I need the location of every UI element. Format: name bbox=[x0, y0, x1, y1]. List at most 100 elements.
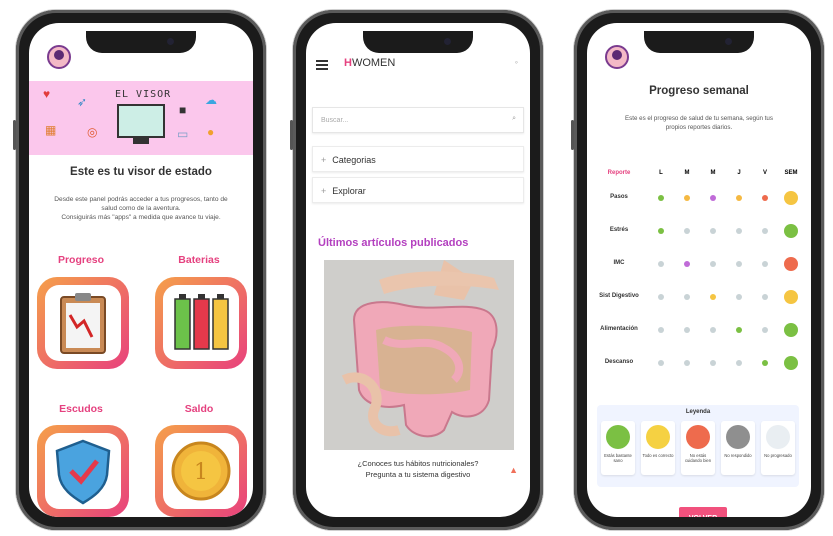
escudos-card[interactable] bbox=[37, 425, 129, 517]
status-dot[interactable] bbox=[658, 228, 664, 234]
accordion-categorias[interactable]: + Categorias bbox=[312, 146, 524, 172]
table-row: Sist Digestivo bbox=[597, 290, 802, 309]
progreso-card[interactable] bbox=[37, 277, 129, 369]
clipboard-icon bbox=[60, 293, 106, 354]
status-dot[interactable] bbox=[710, 228, 716, 234]
week-face-icon bbox=[784, 191, 798, 205]
card-label-escudos: Escudos bbox=[59, 403, 103, 415]
week-face-icon bbox=[784, 356, 798, 370]
status-dot[interactable] bbox=[762, 360, 768, 366]
status-dot[interactable] bbox=[684, 327, 690, 333]
caption-line: ¿Conoces tus hábitos nutricionales? bbox=[357, 459, 479, 468]
monitor-illustration bbox=[117, 104, 165, 144]
status-dot[interactable] bbox=[710, 327, 716, 333]
status-dot[interactable] bbox=[736, 261, 742, 267]
caption-line: Pregunta a tu sistema digestivo bbox=[365, 470, 471, 479]
avatar[interactable] bbox=[605, 45, 629, 69]
status-dot[interactable] bbox=[684, 228, 690, 234]
status-dot[interactable] bbox=[684, 195, 690, 201]
legend-item: Estás bastante sano bbox=[601, 421, 635, 475]
article-caption[interactable]: ¿Conoces tus hábitos nutricionales? Preg… bbox=[316, 458, 520, 480]
legend-item: Todo es correcto bbox=[641, 421, 675, 475]
status-dot[interactable] bbox=[736, 360, 742, 366]
table-row: Pasos bbox=[597, 191, 802, 210]
status-dot[interactable] bbox=[710, 261, 716, 267]
tablet-icon: ▭ bbox=[177, 127, 189, 141]
status-dot[interactable] bbox=[762, 327, 768, 333]
expand-icon: + bbox=[321, 155, 327, 165]
status-dot[interactable] bbox=[684, 261, 690, 267]
search-icon[interactable]: ⌕ bbox=[512, 115, 516, 123]
legend-face-icon bbox=[606, 425, 630, 449]
status-dot[interactable] bbox=[658, 360, 664, 366]
cloud-icon: ☁ bbox=[205, 93, 217, 107]
card-inner bbox=[45, 433, 121, 509]
legend-face-icon bbox=[766, 425, 790, 449]
status-dot[interactable] bbox=[658, 294, 664, 300]
status-dot[interactable] bbox=[762, 195, 768, 201]
status-dot[interactable] bbox=[736, 294, 742, 300]
status-dot[interactable] bbox=[684, 294, 690, 300]
phone-side-button bbox=[13, 120, 16, 150]
header-day: M bbox=[710, 170, 716, 176]
accordion-explorar[interactable]: + Explorar bbox=[312, 177, 524, 203]
legend-item: No estás cuidando bien bbox=[681, 421, 715, 475]
visor-heading: Este es tu visor de estado bbox=[70, 166, 212, 178]
status-dot[interactable] bbox=[710, 195, 716, 201]
visor-description: Desde este panel podrás acceder a tus pr… bbox=[39, 195, 243, 222]
card-inner bbox=[163, 285, 239, 361]
status-dot[interactable] bbox=[736, 228, 742, 234]
status-dot[interactable] bbox=[762, 294, 768, 300]
search-input[interactable]: Buscar... ⌕ bbox=[312, 107, 524, 133]
status-dot[interactable] bbox=[762, 261, 768, 267]
volver-button[interactable]: VOLVER bbox=[679, 507, 727, 517]
intestine-illustration bbox=[324, 260, 514, 450]
card-label-saldo: Saldo bbox=[184, 403, 214, 415]
status-dot[interactable] bbox=[762, 228, 768, 234]
progress-subtitle: Este es el progreso de salud de tu seman… bbox=[597, 114, 801, 132]
legend-item: No respondido bbox=[721, 421, 755, 475]
status-dot[interactable] bbox=[736, 327, 742, 333]
description-line: Desde este panel podrás acceder a tus pr… bbox=[54, 196, 228, 203]
target-icon: ◎ bbox=[87, 125, 98, 139]
phone-side-button bbox=[290, 120, 293, 150]
saldo-card[interactable]: 1 bbox=[155, 425, 247, 517]
avatar[interactable] bbox=[47, 45, 71, 69]
phone-frame-progress: Progreso semanal Este es el progreso de … bbox=[571, 10, 824, 530]
week-face-icon bbox=[784, 290, 798, 304]
week-face-icon bbox=[784, 323, 798, 337]
header-day: L bbox=[659, 170, 663, 176]
header-week: SEM bbox=[784, 170, 798, 176]
svg-text:1: 1 bbox=[194, 460, 208, 485]
scroll-top-icon[interactable]: ▲ bbox=[509, 465, 518, 475]
legend-face-icon bbox=[726, 425, 750, 449]
header-day: V bbox=[762, 170, 767, 176]
legend-text: No estás cuidando bien bbox=[684, 453, 712, 463]
card-inner: 1 bbox=[163, 433, 239, 509]
status-dot[interactable] bbox=[658, 195, 664, 201]
status-dot[interactable] bbox=[710, 360, 716, 366]
coin-icon: ● bbox=[207, 125, 215, 139]
legend-face-icon bbox=[686, 425, 710, 449]
row-label: Estrés bbox=[609, 227, 629, 233]
legend-face-icon bbox=[646, 425, 670, 449]
menu-icon[interactable] bbox=[316, 58, 328, 72]
baterias-card[interactable] bbox=[155, 277, 247, 369]
settings-icon[interactable]: ◦ bbox=[515, 57, 518, 67]
article-image[interactable] bbox=[324, 260, 514, 450]
coin-icon: 1 bbox=[171, 441, 231, 501]
status-dot[interactable] bbox=[736, 195, 742, 201]
status-dot[interactable] bbox=[684, 360, 690, 366]
row-label: Descanso bbox=[604, 359, 634, 365]
shop-icon: ▦ bbox=[45, 123, 57, 137]
status-dot[interactable] bbox=[658, 327, 664, 333]
banner-title: EL VISOR bbox=[115, 89, 172, 100]
status-dot[interactable] bbox=[658, 261, 664, 267]
row-label: Alimentación bbox=[600, 326, 638, 332]
app-logo[interactable]: HWOMEN bbox=[344, 57, 395, 69]
phone-notch bbox=[644, 31, 754, 53]
subtitle-line: Este es el progreso de salud de tu seman… bbox=[625, 115, 773, 122]
week-face-icon bbox=[784, 257, 798, 271]
status-dot[interactable] bbox=[710, 294, 716, 300]
subtitle-line: propios reportes diarios. bbox=[665, 124, 733, 131]
